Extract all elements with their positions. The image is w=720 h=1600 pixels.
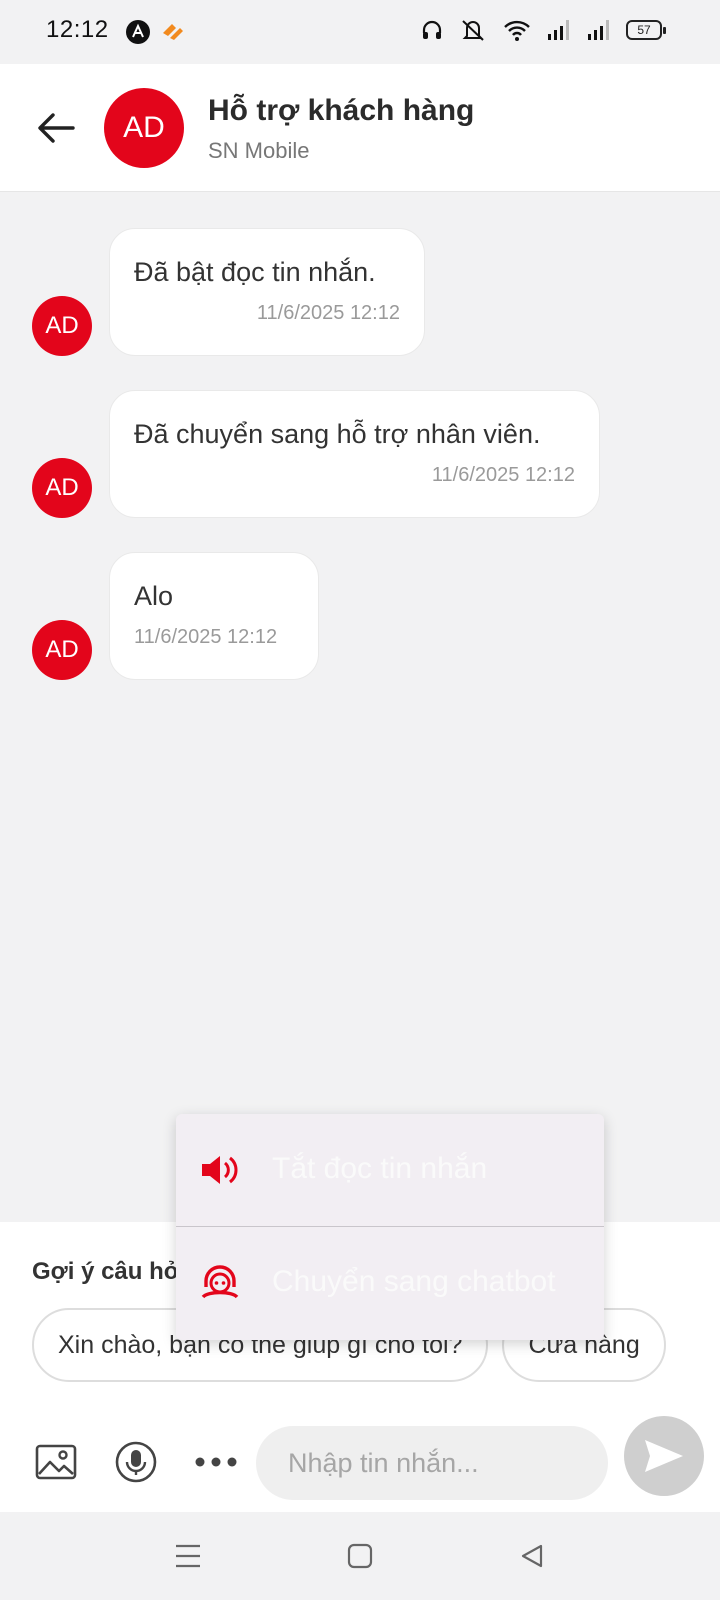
wifi-icon	[504, 20, 530, 41]
send-icon	[645, 1440, 683, 1472]
image-icon	[35, 1444, 77, 1480]
menu-icon	[176, 1544, 200, 1568]
suggestions-label: Gợi ý câu hỏi	[32, 1258, 186, 1285]
home-square-icon	[347, 1543, 373, 1569]
message-bubble[interactable]: Đã chuyển sang hỗ trợ nhân viên. 11/6/20…	[109, 390, 600, 518]
chat-title: Hỗ trợ khách hàng	[208, 94, 475, 127]
menu-item-disable-read-aloud[interactable]: Tắt đọc tin nhắn	[176, 1114, 604, 1226]
menu-item-label: Chuyển sang chatbot	[272, 1265, 556, 1298]
system-nav-bar	[0, 1512, 720, 1600]
message-text: Đã bật đọc tin nhắn.	[134, 257, 376, 287]
more-options-button[interactable]	[194, 1440, 238, 1484]
status-bar: 12:12 57	[0, 0, 720, 64]
orange-app-icon	[163, 24, 183, 40]
speaker-icon	[202, 1156, 238, 1184]
back-triangle-icon	[521, 1544, 543, 1568]
back-arrow-icon	[38, 113, 75, 143]
message-input[interactable]	[256, 1426, 608, 1500]
battery-level: 57	[637, 23, 651, 37]
back-button[interactable]	[34, 106, 78, 150]
message-bubble[interactable]: Alo 11/6/2025 12:12	[109, 552, 319, 680]
support-agent-icon	[201, 1265, 239, 1299]
signal-icon-1	[548, 20, 569, 40]
notification-icons	[126, 20, 186, 44]
message-timestamp: 11/6/2025 12:12	[256, 302, 400, 324]
message-avatar: AD	[32, 458, 92, 518]
attach-image-button[interactable]	[34, 1440, 78, 1484]
mute-icon	[462, 20, 484, 41]
system-status-icons: 57	[420, 18, 666, 42]
composer-bar	[0, 1412, 720, 1512]
message-bubble[interactable]: Đã bật đọc tin nhắn. 11/6/2025 12:12	[109, 228, 425, 356]
header-avatar: AD	[104, 88, 184, 168]
message-list[interactable]: AD Đã bật đọc tin nhắn. 11/6/2025 12:12 …	[0, 192, 720, 1222]
menu-item-label: Tắt đọc tin nhắn	[272, 1152, 488, 1185]
message-text: Alo	[134, 581, 174, 611]
send-button[interactable]	[624, 1416, 704, 1496]
signal-icon-2	[588, 20, 609, 40]
chat-subtitle: SN Mobile	[208, 138, 310, 163]
app-notification-icon	[126, 20, 150, 44]
headset-icon	[422, 20, 442, 39]
battery-icon: 57	[626, 20, 666, 40]
home-button[interactable]	[340, 1536, 380, 1576]
recents-button[interactable]	[168, 1536, 208, 1576]
chat-options-menu: Tắt đọc tin nhắn Chuyển sang chatbot	[176, 1114, 604, 1340]
message-text: Đã chuyển sang hỗ trợ nhân viên.	[134, 419, 541, 449]
menu-item-switch-to-chatbot[interactable]: Chuyển sang chatbot	[176, 1227, 604, 1339]
voice-input-button[interactable]	[114, 1440, 158, 1484]
status-time: 12:12	[46, 16, 109, 43]
message-timestamp: 11/6/2025 12:12	[134, 626, 278, 648]
chat-header: AD Hỗ trợ khách hàng SN Mobile	[0, 64, 720, 192]
more-icon	[195, 1457, 237, 1467]
message-timestamp: 11/6/2025 12:12	[431, 464, 575, 486]
message-avatar: AD	[32, 296, 92, 356]
mic-icon	[115, 1441, 157, 1483]
system-back-button[interactable]	[512, 1536, 552, 1576]
message-avatar: AD	[32, 620, 92, 680]
